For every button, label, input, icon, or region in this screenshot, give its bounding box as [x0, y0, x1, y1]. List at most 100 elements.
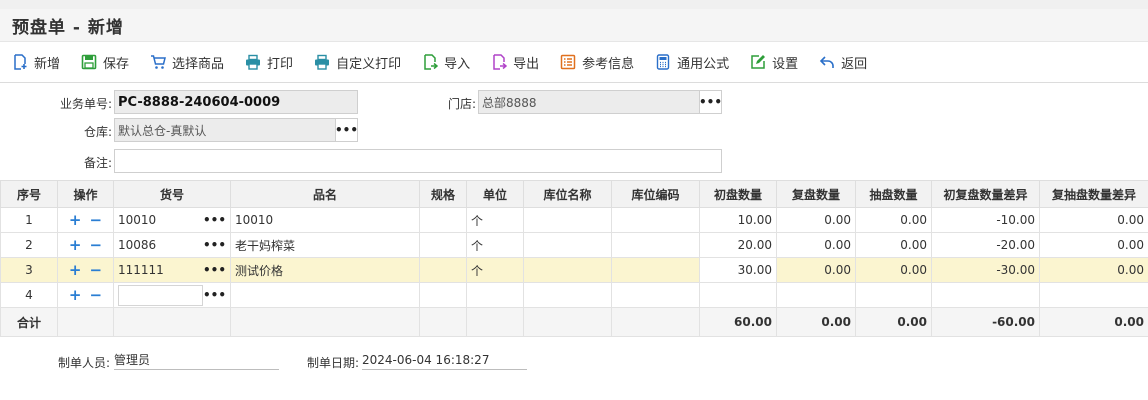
goods-picker-icon[interactable]: ••• — [203, 263, 226, 277]
qty3-cell[interactable]: 0.00 — [855, 232, 932, 258]
page-title: 预盘单 - 新增 — [12, 17, 124, 38]
doc-no-field[interactable]: PC-8888-240604-0009 — [114, 90, 358, 114]
settings-button[interactable]: 设置 — [750, 53, 798, 72]
code-input[interactable] — [118, 284, 203, 306]
summary-empty — [466, 307, 524, 337]
remove-row-icon[interactable]: − — [90, 287, 103, 303]
warehouse-picker-button[interactable]: ••• — [335, 118, 358, 142]
footer-section: 制单人员: 管理员 制单日期: 2024-06-04 16:18:27 — [0, 337, 1148, 387]
custom-print-label: 自定义打印 — [336, 56, 402, 72]
col-header: 单位 — [466, 180, 524, 208]
export-button[interactable]: 导出 — [491, 53, 539, 72]
store-picker-button[interactable]: ••• — [699, 90, 722, 114]
qty2-cell[interactable]: 0.00 — [776, 232, 856, 258]
col-header: 规格 — [419, 180, 467, 208]
sum-diff2: 0.00 — [1039, 307, 1148, 337]
diff1-cell — [931, 282, 1040, 308]
spec-cell — [419, 207, 467, 233]
col-header: 操作 — [57, 180, 114, 208]
col-header: 品名 — [230, 180, 420, 208]
date-field: 2024-06-04 16:18:27 — [362, 350, 527, 370]
back-button[interactable]: 返回 — [819, 53, 867, 72]
export-button-label: 导出 — [513, 56, 540, 72]
code-value: 10086 — [118, 238, 157, 252]
calculator-icon — [656, 54, 670, 70]
unit-cell: 个 — [466, 207, 524, 233]
sum-diff1: -60.00 — [931, 307, 1040, 337]
code-cell[interactable]: ••• — [113, 282, 231, 308]
col-header: 初盘数量 — [699, 180, 777, 208]
back-label: 返回 — [841, 56, 868, 72]
save-button[interactable]: 保存 — [81, 53, 129, 72]
loc-code-cell — [611, 282, 700, 308]
qty2-cell[interactable]: 0.00 — [776, 207, 856, 233]
table-row: 2 + − 10086 ••• 老干妈榨菜 个 20.00 0.00 0.00 -2… — [0, 232, 1148, 258]
table-row: 4 + − ••• — [0, 282, 1148, 308]
save-icon — [81, 54, 97, 70]
remark-field[interactable] — [114, 149, 722, 173]
qty3-cell[interactable]: 0.00 — [855, 257, 932, 283]
reference-info-button[interactable]: 参考信息 — [560, 53, 634, 72]
list-icon — [560, 54, 576, 70]
qty3-cell[interactable] — [855, 282, 932, 308]
qty2-cell[interactable] — [776, 282, 856, 308]
qty3-cell[interactable]: 0.00 — [855, 207, 932, 233]
code-cell[interactable]: 10010 ••• — [113, 207, 231, 233]
goods-picker-icon[interactable]: ••• — [203, 238, 226, 252]
print-button[interactable]: 打印 — [245, 53, 293, 72]
loc-code-cell — [611, 257, 700, 283]
warehouse-field[interactable]: 默认总仓-真默认 — [114, 118, 336, 142]
import-icon — [424, 54, 439, 70]
spec-cell — [419, 232, 467, 258]
add-row-icon[interactable]: + — [69, 212, 82, 228]
row-ops: + − — [57, 207, 114, 233]
select-goods-button[interactable]: 选择商品 — [150, 53, 224, 72]
qty1-cell[interactable]: 10.00 — [699, 207, 777, 233]
table-row-selected: 3 + − 111111 ••• 测试价格 个 30.00 0.00 0.00 -3… — [0, 257, 1148, 283]
code-cell[interactable]: 111111 ••• — [113, 257, 231, 283]
col-header: 初复盘数量差异 — [931, 180, 1040, 208]
row-number: 1 — [0, 207, 58, 233]
row-ops: + − — [57, 282, 114, 308]
unit-cell: 个 — [466, 257, 524, 283]
import-button[interactable]: 导入 — [422, 53, 470, 72]
row-ops: + − — [57, 232, 114, 258]
summary-empty — [230, 307, 420, 337]
doc-no-label: 业务单号: — [59, 97, 112, 111]
summary-empty — [57, 307, 114, 337]
sum-qty2: 0.00 — [776, 307, 856, 337]
remove-row-icon[interactable]: − — [90, 212, 103, 228]
code-cell[interactable]: 10086 ••• — [113, 232, 231, 258]
diff2-cell: 0.00 — [1039, 257, 1148, 283]
row-number: 4 — [0, 282, 58, 308]
add-row-icon[interactable]: + — [69, 262, 82, 278]
goods-picker-icon[interactable]: ••• — [203, 288, 226, 302]
loc-name-cell — [523, 232, 612, 258]
add-button[interactable]: 新增 — [12, 53, 60, 72]
add-doc-icon — [14, 54, 27, 70]
top-band — [0, 0, 1148, 9]
diff2-cell: 0.00 — [1039, 207, 1148, 233]
custom-print-button[interactable]: 自定义打印 — [314, 53, 401, 72]
name-cell: 10010 — [230, 207, 420, 233]
formula-label: 通用公式 — [677, 56, 730, 72]
print-icon — [246, 54, 261, 70]
toolbar: 新增 保存 选择商品 打印 自定义打印 导入 导出 参考信息 通用公式 设置 返… — [0, 42, 1148, 83]
qty2-cell[interactable]: 0.00 — [776, 257, 856, 283]
add-row-icon[interactable]: + — [69, 287, 82, 303]
diff1-cell: -30.00 — [931, 257, 1040, 283]
goods-picker-icon[interactable]: ••• — [203, 213, 226, 227]
qty1-cell[interactable]: 30.00 — [699, 257, 777, 283]
reference-info-label: 参考信息 — [582, 56, 635, 72]
qty1-cell[interactable] — [699, 282, 777, 308]
add-row-icon[interactable]: + — [69, 237, 82, 253]
formula-button[interactable]: 通用公式 — [655, 53, 729, 72]
col-header: 货号 — [113, 180, 231, 208]
detail-table: 序号 操作 货号 品名 规格 单位 库位名称 库位编码 初盘数量 复盘数量 抽盘… — [0, 180, 1148, 337]
qty1-cell[interactable]: 20.00 — [699, 232, 777, 258]
remove-row-icon[interactable]: − — [90, 237, 103, 253]
diff2-cell — [1039, 282, 1148, 308]
store-field[interactable]: 总部8888 — [478, 90, 700, 114]
remove-row-icon[interactable]: − — [90, 262, 103, 278]
import-button-label: 导入 — [444, 56, 471, 72]
